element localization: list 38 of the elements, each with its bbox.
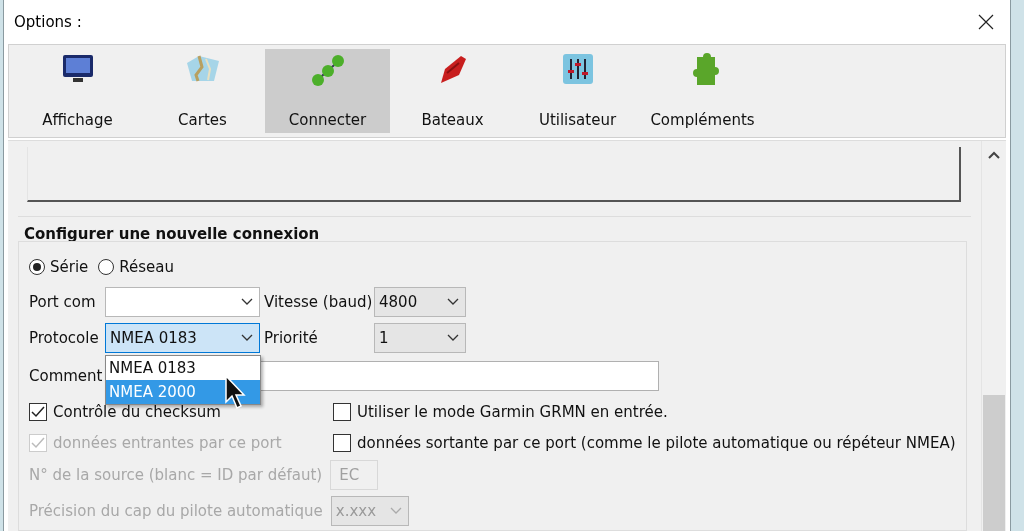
checkbox[interactable]: Utiliser le mode Garmin GRMN en entrée. [333, 403, 668, 421]
toolbar-tab[interactable]: Utilisateur [515, 49, 640, 133]
window-title: Options : [14, 13, 82, 31]
caret-icon [447, 334, 459, 342]
connection-icon [309, 53, 346, 87]
check-icon [31, 437, 45, 449]
caret-icon [241, 334, 253, 342]
dropdown-option[interactable]: NMEA 0183 [106, 356, 260, 380]
comment-field[interactable] [258, 361, 659, 391]
toolbar-tab[interactable]: Affichage [15, 49, 140, 133]
section-title: Configurer une nouvelle connexion [24, 225, 320, 243]
sliders-icon [561, 53, 594, 85]
field-label: Vitesse (baud) [264, 293, 374, 311]
field-label: N° de la source (blanc = ID par défaut) [29, 466, 323, 484]
caret-icon [241, 298, 253, 306]
monitor-icon [60, 53, 95, 85]
checkbox[interactable]: Contrôle du checksum [29, 403, 333, 421]
toolbar-tab[interactable]: Cartes [140, 49, 265, 133]
field-label: Précision du cap du pilote automatique [29, 502, 323, 520]
radio-button[interactable]: Série [29, 258, 89, 276]
toolbar-tab[interactable]: Connecter [265, 49, 390, 133]
scroll-up-icon[interactable] [988, 151, 1000, 159]
radio-button[interactable]: Réseau [98, 258, 175, 276]
caret-icon [389, 507, 402, 515]
scrollbar[interactable] [981, 141, 1006, 531]
field-label: Port com [29, 293, 97, 311]
baud-dropdown[interactable]: 4800 [374, 287, 466, 317]
checkbox[interactable]: données sortante par ce port (comme le pilote automatique ou répéteur NMEA) [333, 434, 956, 452]
toolbar-tab[interactable]: Bateaux [390, 49, 515, 133]
priority-dropdown[interactable]: 1 [374, 323, 466, 353]
field-label: Comment [29, 367, 103, 385]
close-icon[interactable] [978, 14, 994, 30]
field-label: Protocole [29, 329, 100, 347]
toolbar-tab[interactable]: Compléments [640, 49, 765, 133]
port-dropdown[interactable] [105, 287, 260, 317]
check-icon [31, 406, 45, 418]
caret-icon [447, 298, 459, 306]
field-label: Priorité [264, 329, 319, 347]
